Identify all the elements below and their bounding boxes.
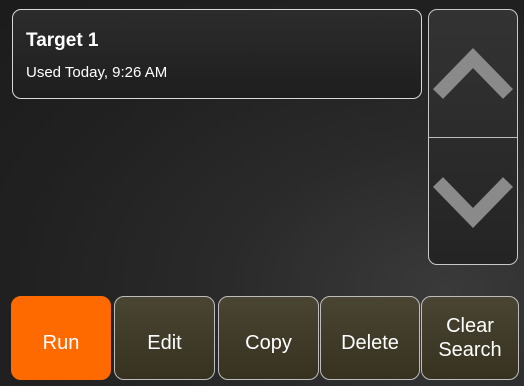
chevron-down-icon	[432, 176, 514, 228]
clear-search-button[interactable]: Clear Search	[421, 296, 519, 380]
scroll-panel	[428, 9, 518, 265]
edit-button-label: Edit	[147, 332, 182, 354]
chevron-up-icon	[432, 47, 514, 99]
toolbar: Run Edit Copy Delete Clear Search	[11, 296, 519, 380]
copy-button-label: Copy	[245, 332, 292, 354]
list-item[interactable]: Target 1 Used Today, 9:26 AM	[12, 9, 422, 99]
delete-button-label: Delete	[341, 332, 399, 354]
edit-button[interactable]: Edit	[114, 296, 215, 380]
scroll-up-button[interactable]	[429, 10, 517, 137]
run-button-label: Run	[42, 332, 80, 354]
clear-search-label-line1: Clear	[446, 315, 494, 337]
list-item-title: Target 1	[26, 30, 99, 51]
scroll-down-button[interactable]	[429, 137, 517, 264]
list-item-subtitle: Used Today, 9:26 AM	[26, 64, 168, 81]
run-button[interactable]: Run	[11, 296, 111, 380]
delete-button[interactable]: Delete	[320, 296, 420, 380]
copy-button[interactable]: Copy	[218, 296, 319, 380]
clear-search-label-line2: Search	[438, 339, 502, 361]
